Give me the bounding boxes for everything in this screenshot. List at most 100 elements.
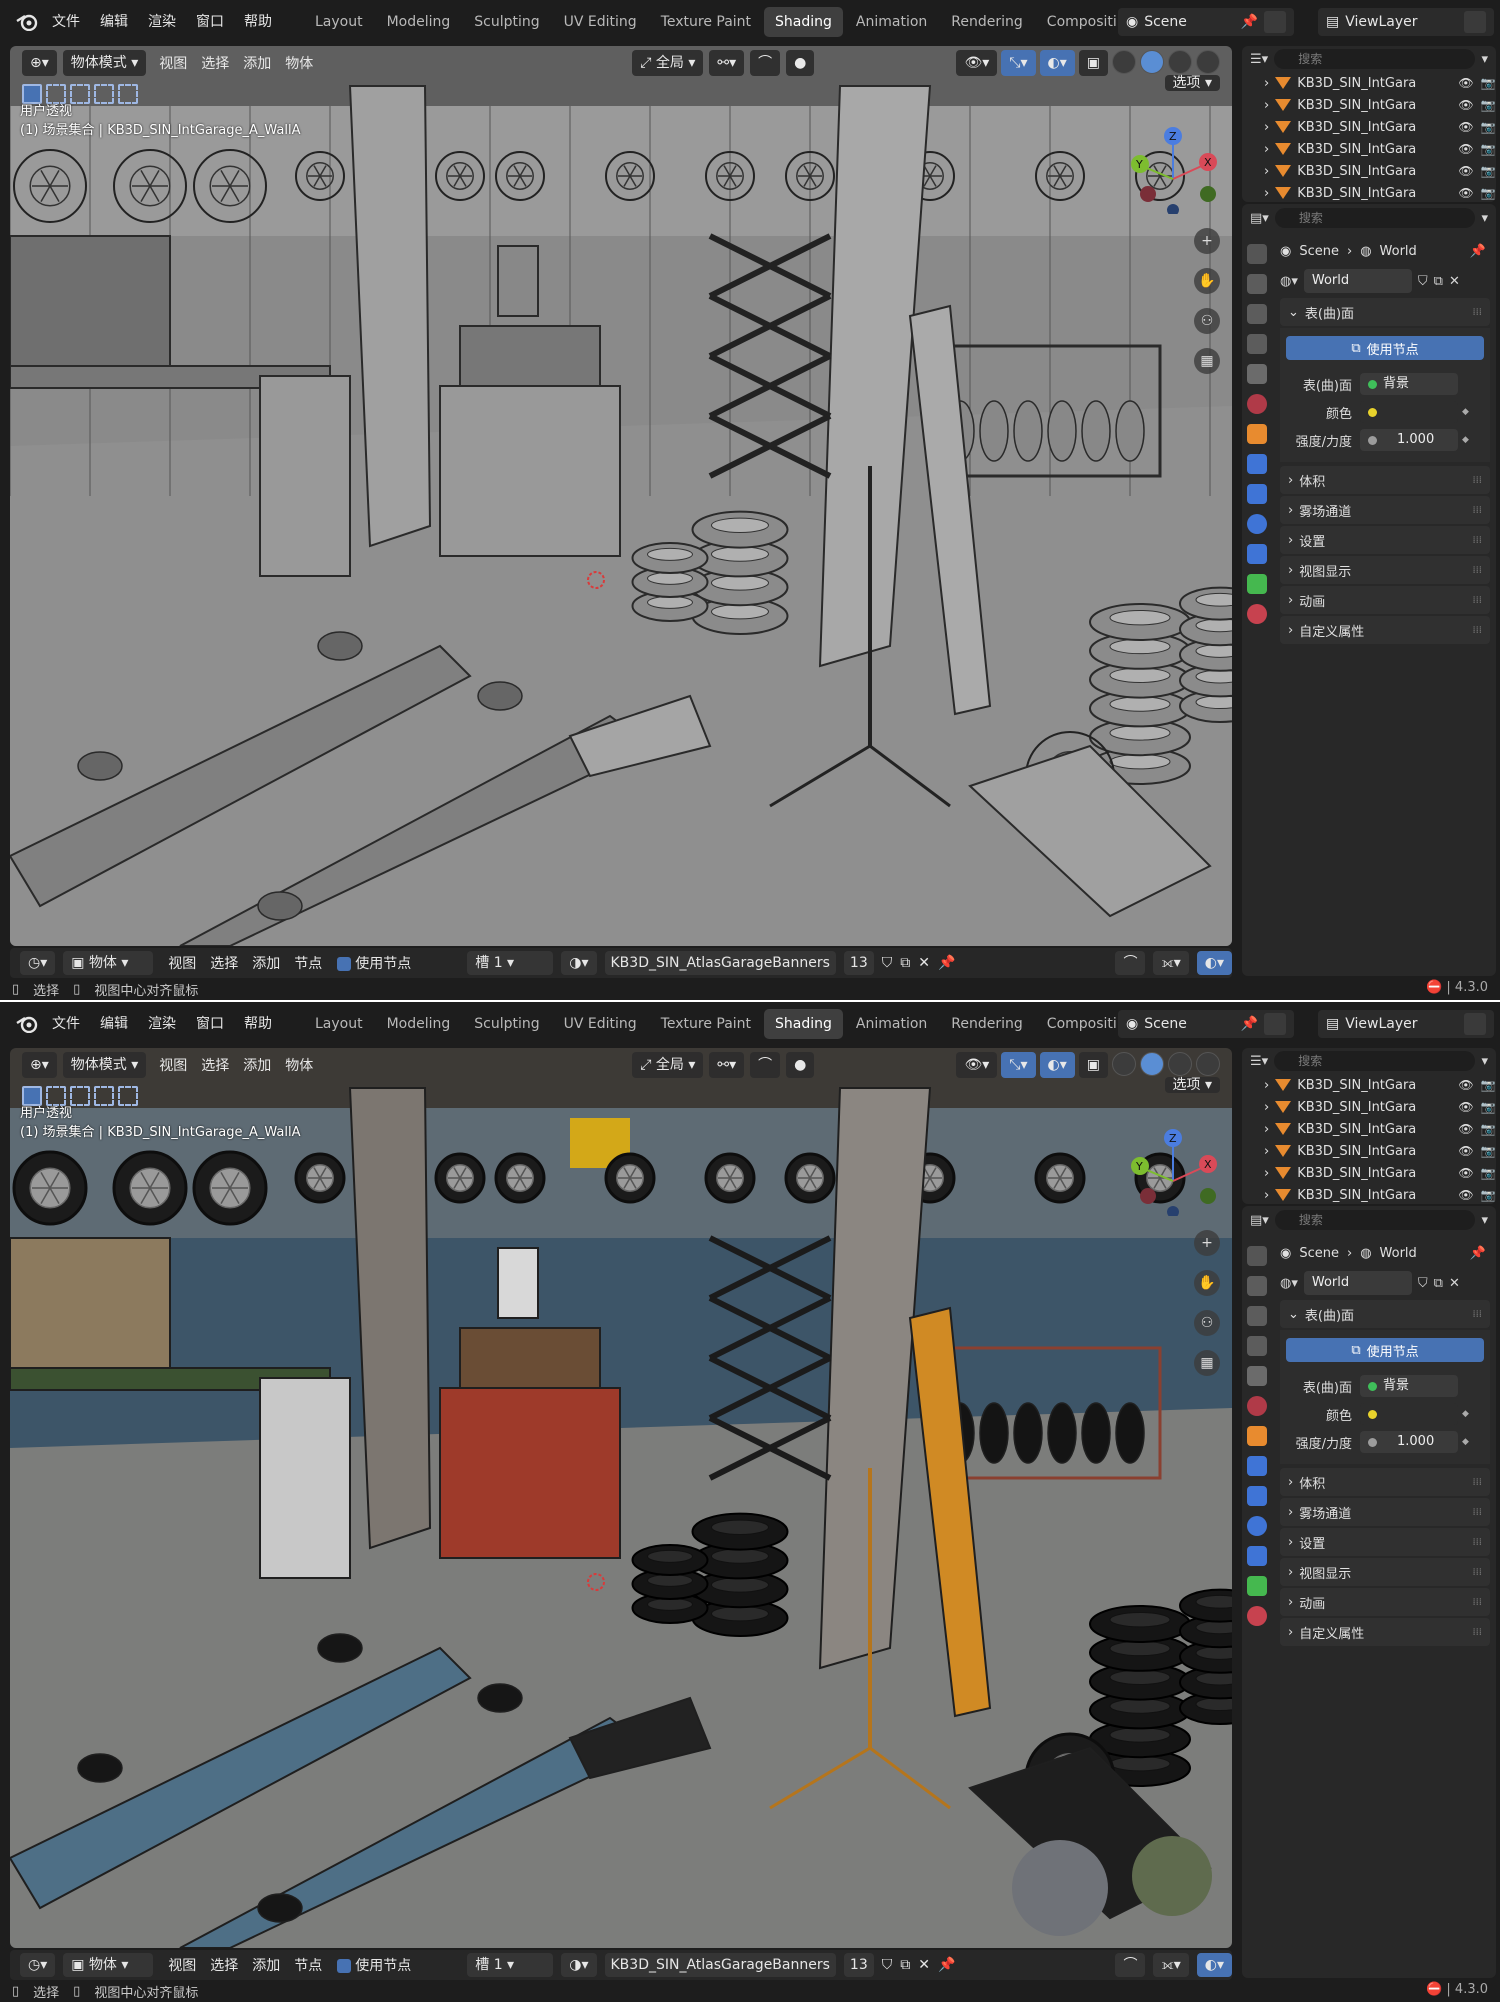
outliner-row[interactable]: › KB3D_SIN_IntGara 👁 📷 [1242,1074,1496,1096]
camera-icon[interactable]: 📷 [1480,1144,1496,1158]
zoom-icon[interactable]: + [1194,228,1220,254]
camera-icon[interactable]: 📷 [1480,164,1496,178]
drag-handle-icon[interactable]: ⁞⁞⁞ [1472,1507,1482,1518]
expand-chevron-icon[interactable]: › [1264,1122,1269,1137]
select-intersect-icon[interactable] [118,84,138,104]
scene-selector[interactable]: ◉ Scene 📌 [1118,8,1294,36]
drag-handle-icon[interactable]: ⁞⁞⁞ [1472,505,1482,516]
editor-type-button[interactable]: ▤▾ [1250,211,1269,226]
node-link-icon[interactable]: ⟗▾ [1153,1953,1189,1977]
collapsed-panel-header[interactable]: › 动画 ⁞⁞⁞ [1280,1588,1490,1616]
expand-chevron-icon[interactable]: › [1264,120,1269,135]
material-name-field[interactable]: KB3D_SIN_AtlasGarageBanners [604,1953,836,1977]
expand-chevron-icon[interactable]: › [1264,164,1269,179]
collapsed-panel-header[interactable]: › 体积 ⁞⁞⁞ [1280,1468,1490,1496]
workspace-tab[interactable]: Texture Paint [650,1009,762,1039]
select-invert-icon[interactable] [94,1086,114,1106]
pin-icon[interactable]: 📌 [938,955,955,971]
use-nodes-button[interactable]: ⧉ 使用节点 [1286,336,1484,360]
camera-view-icon[interactable]: ⚇ [1194,308,1220,334]
viewport-menu-item[interactable]: 物体 [278,1055,320,1075]
snap-icon[interactable]: ⌒ [1115,1953,1146,1977]
filter-icon[interactable]: ▾ [1481,1054,1488,1069]
unlink-icon[interactable]: ✕ [1449,274,1460,289]
snap-icon[interactable]: ⌒ [1115,951,1146,975]
shader-type-selector[interactable]: ▣ 物体 ▾ [63,1953,154,1977]
pin-icon[interactable]: 📌 [1470,1246,1486,1261]
duplicate-icon[interactable]: ⧉ [1434,1276,1443,1291]
camera-view-icon[interactable]: ⚇ [1194,1310,1220,1336]
select-intersect-icon[interactable] [118,1086,138,1106]
eye-icon[interactable]: 👁 [1458,1100,1474,1114]
world-name-field[interactable]: World [1303,269,1412,293]
eye-icon[interactable]: 👁 [1458,1188,1474,1202]
keyframe-icon[interactable]: ◆ [1462,435,1469,445]
menu-item[interactable]: 帮助 [234,8,282,36]
workspace-tab[interactable]: Modeling [376,1009,462,1039]
close-icon[interactable]: ✕ [918,955,930,971]
overlay-toggle-icon[interactable]: ◐▾ [1196,951,1232,975]
wireframe-shading-button[interactable] [1112,50,1136,74]
drag-handle-icon[interactable]: ⁞⁞⁞ [1472,535,1482,546]
camera-icon[interactable]: 📷 [1480,98,1496,112]
view-layer-selector[interactable]: ▤ ViewLayer [1318,1010,1494,1038]
workspace-tab[interactable]: Sculpting [463,1009,550,1039]
collapsed-panel-header[interactable]: › 视图显示 ⁞⁞⁞ [1280,1558,1490,1586]
workspace-tab[interactable]: UV Editing [553,7,648,37]
overlay-toggle-icon[interactable]: ◐▾ [1039,1052,1075,1078]
xray-icon[interactable]: ▣ [1078,50,1108,76]
mode-selector[interactable]: 物体模式 ▾ [62,1052,147,1078]
navigation-gizmo[interactable]: Z X Y [1128,1126,1218,1216]
surface-shader-field[interactable]: 背景 [1360,373,1458,395]
display-mode-icon[interactable]: ☰▾ [1250,52,1268,67]
render-tab-icon[interactable] [1247,274,1267,294]
material-tab-icon[interactable] [1247,1606,1267,1626]
material-browse-icon[interactable]: ◑▾ [561,951,597,975]
camera-icon[interactable]: 📷 [1480,120,1496,134]
camera-icon[interactable]: 📷 [1480,76,1496,90]
filter-icon[interactable]: ▾ [1481,52,1488,67]
viewport-menu-item[interactable]: 添加 [236,53,278,73]
node-menu-item[interactable]: 节点 [287,953,329,973]
new-view-layer-button[interactable] [1464,11,1486,33]
menu-item[interactable]: 帮助 [234,1010,282,1038]
select-subtract-icon[interactable] [70,1086,90,1106]
material-browse-icon[interactable]: ◑▾ [561,1953,597,1977]
keyframe-icon[interactable]: ◆ [1462,1437,1469,1447]
collapsed-panel-header[interactable]: › 设置 ⁞⁞⁞ [1280,1528,1490,1556]
workspace-tab[interactable]: Modeling [376,7,462,37]
keyframe-icon[interactable]: ◆ [1462,1409,1469,1419]
collapsed-panel-header[interactable]: › 自定义属性 ⁞⁞⁞ [1280,616,1490,644]
eye-icon[interactable]: 👁 [1458,120,1474,134]
overlay-toggle-icon[interactable]: ◐▾ [1039,50,1075,76]
world-browse-icon[interactable]: ◍▾ [1280,1276,1298,1291]
eye-icon[interactable]: 👁 [1458,76,1474,90]
surface-panel-header[interactable]: ⌄ 表(曲)面 ⁞⁞⁞ [1280,1300,1490,1328]
camera-icon[interactable]: 📷 [1480,1188,1496,1202]
node-menu-item[interactable]: 选择 [203,1955,245,1975]
outliner-row[interactable]: › KB3D_SIN_IntGara 👁 📷 [1242,1184,1496,1204]
node-menu-item[interactable]: 选择 [203,953,245,973]
editor-type-button[interactable]: ⊕▾ [22,50,57,76]
tool-tab-icon[interactable] [1247,244,1267,264]
properties-search-input[interactable]: 搜索 [1274,208,1476,228]
pan-hand-icon[interactable]: ✋ [1194,268,1220,294]
eye-icon[interactable]: 👁 [1458,164,1474,178]
new-scene-button[interactable] [1264,11,1286,33]
eye-icon[interactable]: 👁 [1458,142,1474,156]
drag-handle-icon[interactable]: ⁞⁞⁞ [1472,625,1482,636]
blender-logo-icon[interactable] [12,1009,42,1039]
constraints-tab-icon[interactable] [1247,1546,1267,1566]
expand-chevron-icon[interactable]: › [1264,142,1269,157]
pin-icon[interactable]: 📌 [1470,244,1486,259]
object-tab-icon[interactable] [1247,424,1267,444]
outliner-row[interactable]: › KB3D_SIN_IntGara 👁 📷 [1242,94,1496,116]
expand-chevron-icon[interactable]: › [1264,186,1269,201]
menu-item[interactable]: 编辑 [90,1010,138,1038]
eye-icon[interactable]: 👁 [1458,1122,1474,1136]
world-tab-icon[interactable] [1247,1396,1267,1416]
camera-icon[interactable]: 📷 [1480,1078,1496,1092]
outliner-row[interactable]: › KB3D_SIN_IntGara 👁 📷 [1242,1162,1496,1184]
select-box-icon[interactable] [22,1086,42,1106]
user-count-badge[interactable]: 13 [843,951,874,975]
